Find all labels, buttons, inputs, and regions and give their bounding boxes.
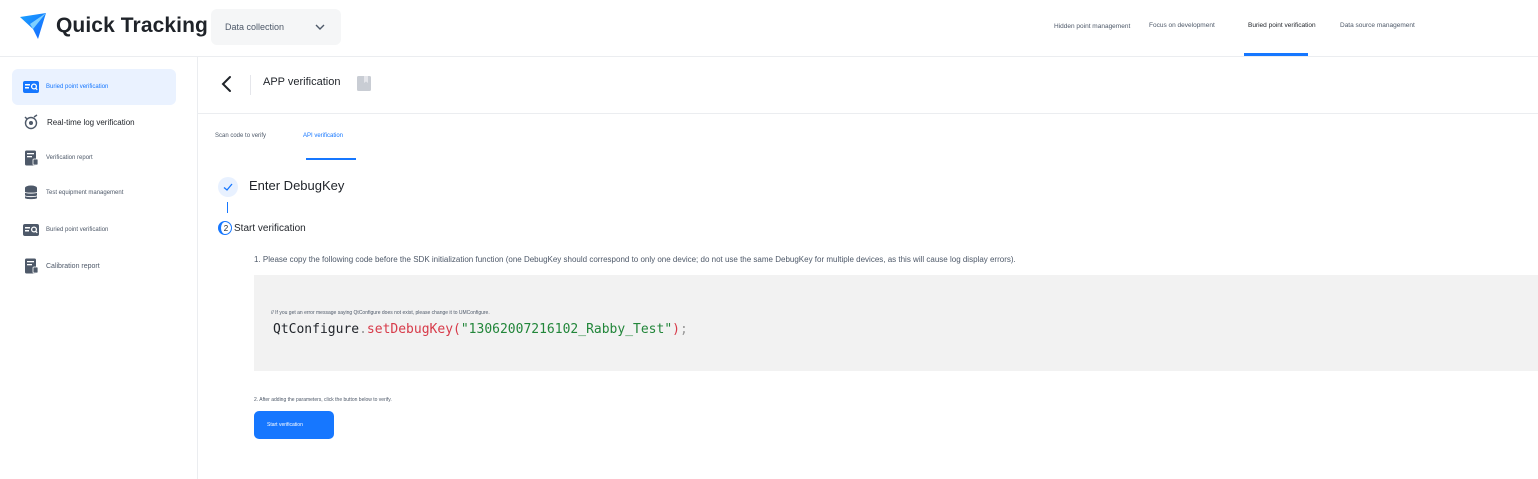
tab-active-indicator xyxy=(306,158,356,160)
database-icon xyxy=(24,185,38,200)
code-close-paren: ) xyxy=(672,322,680,337)
nav-buried-point-verification[interactable]: Buried point verification xyxy=(1248,22,1316,29)
verify-icon xyxy=(23,81,39,93)
code-line: QtConfigure.setDebugKey("13062007216102_… xyxy=(273,322,688,337)
verify-icon xyxy=(23,224,39,236)
top-bar: Quick Tracking Data collection Hidden po… xyxy=(0,0,1538,57)
sidebar: Buried point verification Real-time log … xyxy=(0,57,198,479)
nav-data-source-management[interactable]: Data source management xyxy=(1340,22,1415,29)
start-verification-button[interactable]: Start verification xyxy=(254,411,334,439)
sidebar-item-label: Calibration report xyxy=(46,262,100,270)
code-comment: // If you get an error message saying Qt… xyxy=(271,310,490,316)
check-icon xyxy=(223,183,233,191)
code-semicolon: ; xyxy=(680,322,688,337)
sidebar-item-real-time-log-verification[interactable]: Real-time log verification xyxy=(12,104,176,140)
sidebar-item-buried-point-verification[interactable]: Buried point verification xyxy=(12,69,176,105)
sidebar-item-label: Real-time log verification xyxy=(47,117,135,127)
code-method: setDebugKey xyxy=(366,322,454,337)
document-icon[interactable] xyxy=(356,75,372,92)
instruction-1: 1. Please copy the following code before… xyxy=(254,255,1016,264)
step-connector xyxy=(227,202,228,213)
sidebar-item-calibration-report[interactable]: Calibration report xyxy=(12,248,176,284)
nav-focus-on-development[interactable]: Focus on development xyxy=(1149,22,1215,29)
app-select[interactable]: Data collection xyxy=(211,9,341,45)
chevron-down-icon xyxy=(315,24,325,30)
code-dot: . xyxy=(359,322,367,337)
report-icon xyxy=(25,150,39,166)
code-block[interactable]: // If you get an error message saying Qt… xyxy=(254,275,1538,371)
brand-name: Quick Tracking xyxy=(56,14,208,37)
sidebar-item-test-equipment-management[interactable]: Test equipment management xyxy=(12,175,176,211)
code-object: QtConfigure xyxy=(273,322,360,337)
code-debug-key: "13062007216102_Rabby_Test" xyxy=(460,322,673,337)
quick-tracking-logo-icon xyxy=(20,13,46,39)
back-arrow-icon[interactable] xyxy=(218,74,236,94)
step-1-label: Enter DebugKey xyxy=(249,178,345,193)
sidebar-item-label: Verification report xyxy=(46,155,93,161)
page-title: APP verification xyxy=(263,76,341,88)
nav-hidden-point-management[interactable]: Hidden point management xyxy=(1054,23,1130,30)
main-divider xyxy=(198,113,1538,114)
tab-scan-code[interactable]: Scan code to verify xyxy=(215,133,266,139)
sidebar-item-buried-point-verification-2[interactable]: Buried point verification xyxy=(12,212,176,248)
sidebar-item-label: Test equipment management xyxy=(46,190,124,196)
sidebar-item-verification-report[interactable]: Verification report xyxy=(12,140,176,176)
realtime-icon xyxy=(24,114,38,130)
step-1-status xyxy=(218,177,238,197)
sidebar-item-label: Buried point verification xyxy=(46,84,109,90)
instruction-2: 2. After adding the parameters, click th… xyxy=(254,397,392,403)
step-2-status: 2 xyxy=(218,221,232,235)
code-open-paren: ( xyxy=(453,322,461,337)
app-select-value: Data collection xyxy=(225,22,285,32)
logo[interactable]: Quick Tracking xyxy=(18,11,208,41)
nav-active-indicator xyxy=(1244,53,1308,56)
tab-api-verification[interactable]: API verification xyxy=(303,133,343,139)
header-divider xyxy=(250,75,251,95)
report-icon xyxy=(25,258,39,274)
step-2-label: Start verification xyxy=(234,223,306,234)
sidebar-item-label: Buried point verification xyxy=(46,227,109,233)
